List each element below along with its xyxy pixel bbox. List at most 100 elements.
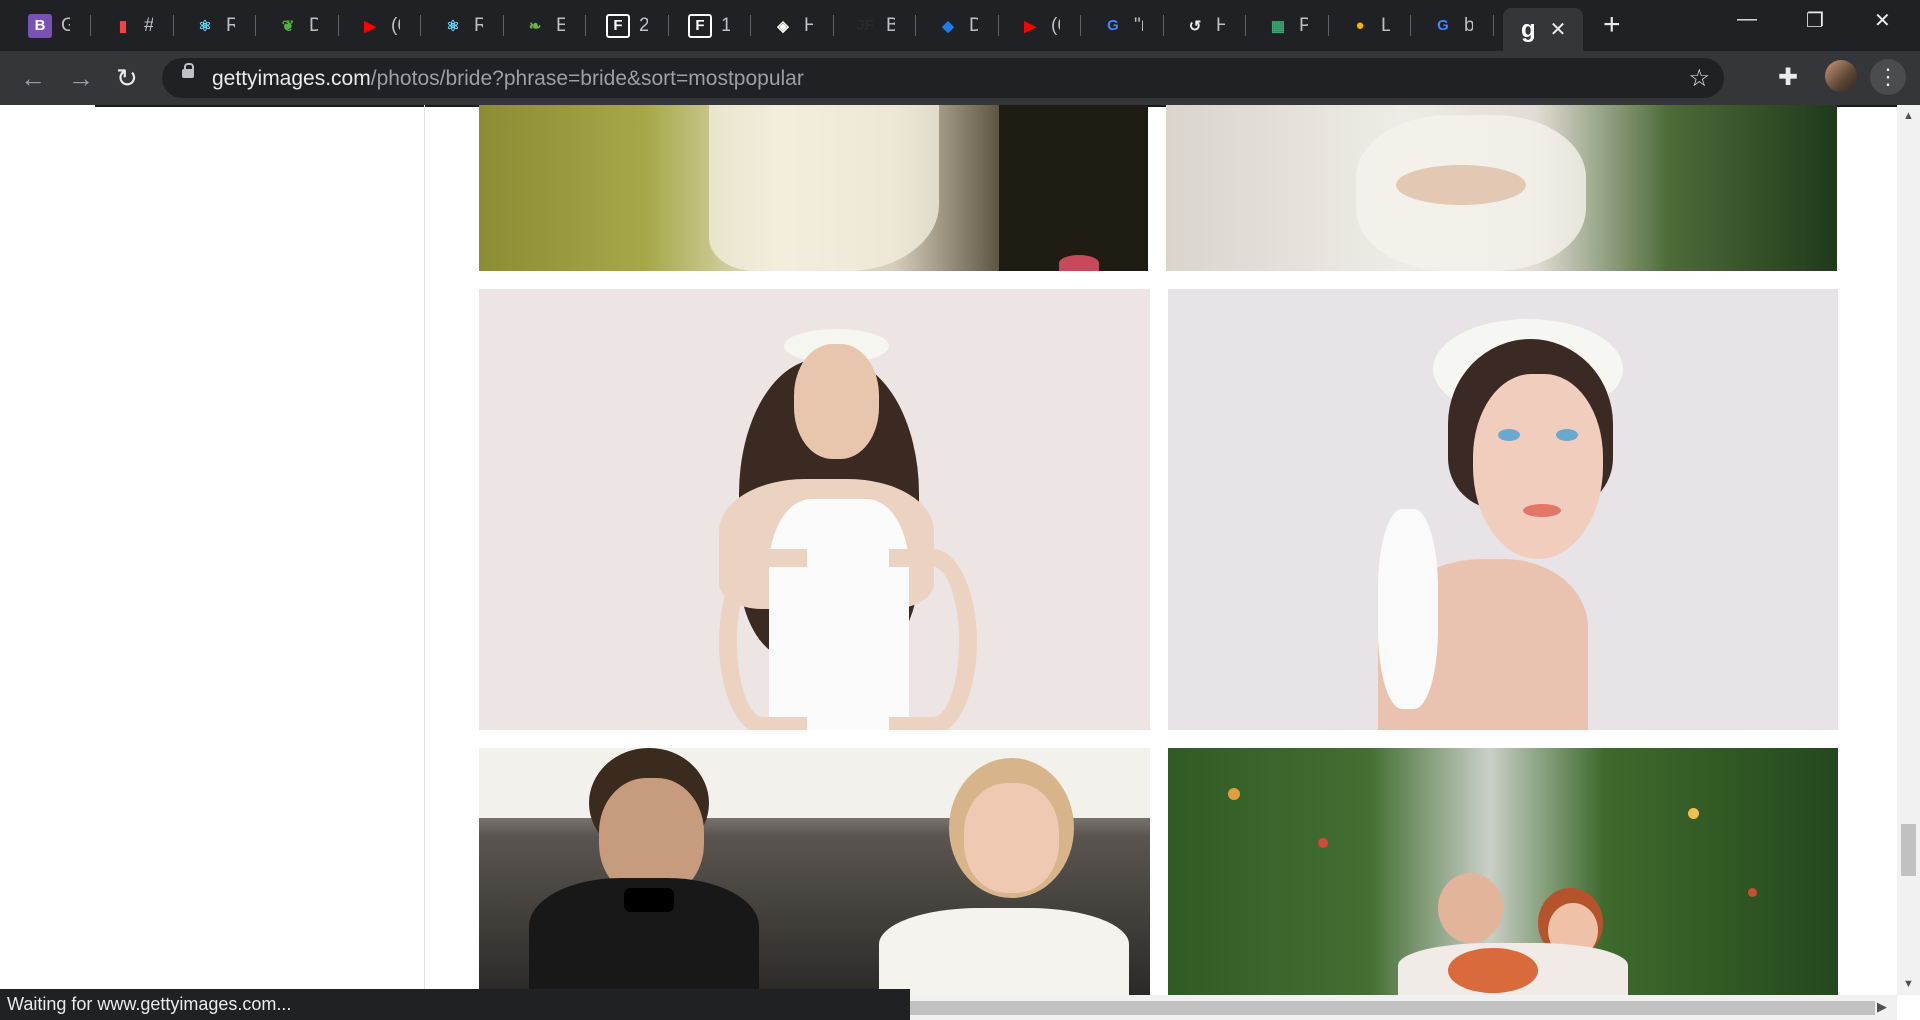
photo-couple-confetti[interactable]: [1168, 748, 1838, 999]
scroll-right-icon[interactable]: ▶: [1877, 999, 1887, 1015]
horizontal-scroll-thumb[interactable]: [910, 1001, 1875, 1015]
youtube-icon: ▶: [1024, 17, 1036, 35]
vertical-scrollbar[interactable]: ▲ ▼: [1897, 105, 1920, 995]
tab-separator: [750, 15, 751, 36]
logo-icon: ●: [1355, 17, 1365, 34]
tab-14[interactable]: ↺ His: [1165, 8, 1225, 43]
tab-separator: [1493, 15, 1494, 36]
back-button[interactable]: ←: [20, 63, 46, 93]
tab-separator: [420, 15, 421, 36]
tab-separator: [1328, 15, 1329, 36]
tab-title: 25: [639, 14, 648, 36]
tab-separator: [1163, 15, 1164, 36]
tab-title: Rea: [474, 14, 483, 36]
chrome-menu-button[interactable]: ⋮: [1870, 59, 1906, 95]
tab-strip: B Gri ▮ #e ⚛ Rea ❦ Da ▶ (66 ⚛ Rea ❧ Ext F 25 F 10 ◈ Ho JF Be ◆…: [0, 0, 1920, 51]
scroll-down-icon[interactable]: ▼: [1903, 978, 1914, 990]
minimize-button[interactable]: —: [1737, 8, 1757, 31]
extensions-icon[interactable]: ✚: [1778, 63, 1798, 92]
f-icon: F: [688, 13, 712, 38]
tab-separator: [255, 15, 256, 36]
history-icon: ↺: [1188, 17, 1202, 35]
page-content: [0, 105, 1897, 1020]
bootstrap-icon: B: [28, 13, 52, 38]
status-bar: Waiting for www.gettyimages.com...: [0, 989, 910, 1020]
url-path: /photos/bride?phrase=bride&sort=mostpopu…: [370, 67, 804, 90]
tab-title: Da: [309, 14, 318, 36]
react-icon: ⚛: [198, 17, 212, 35]
url-text[interactable]: gettyimages.com/photos/bride?phrase=brid…: [212, 67, 804, 91]
codepen-icon: ◈: [777, 17, 789, 35]
tab-separator: [503, 15, 504, 36]
tab-separator: [998, 15, 999, 36]
tab-16[interactable]: ● Loc: [1330, 8, 1390, 43]
reload-button[interactable]: ↻: [116, 63, 138, 93]
tab-title: Gri: [61, 14, 70, 36]
tab-0[interactable]: B Gri: [10, 8, 70, 43]
tab-separator: [173, 15, 174, 36]
tab-title: DR: [969, 14, 978, 36]
tab-separator: [338, 15, 339, 36]
tab-3[interactable]: ❦ Da: [258, 8, 318, 43]
photo-couple-car[interactable]: [479, 748, 1150, 999]
tab-8[interactable]: F 10: [670, 8, 730, 43]
tab-separator: [90, 15, 91, 36]
tab-separator: [1245, 15, 1246, 36]
tab-15[interactable]: ▦ PN: [1248, 8, 1308, 43]
tab-title: (66: [1051, 14, 1060, 36]
tab-4[interactable]: ▶ (66: [340, 8, 400, 43]
tab-separator: [915, 15, 916, 36]
forward-button[interactable]: →: [68, 63, 94, 93]
photo-bride-blue-eyes[interactable]: [1168, 289, 1838, 730]
google-icon: G: [1107, 17, 1119, 34]
mongodb-icon: ❦: [281, 17, 295, 35]
tab-title: 10: [721, 14, 730, 36]
tab-17[interactable]: Gbri: [1413, 8, 1473, 43]
tab-title: Ext: [556, 14, 565, 36]
lock-icon: [182, 63, 194, 78]
scroll-up-icon[interactable]: ▲: [1903, 110, 1914, 122]
new-tab-button[interactable]: +: [1603, 10, 1621, 40]
tab-12[interactable]: ▶ (66: [1000, 8, 1060, 43]
google-icon: G: [1437, 17, 1449, 34]
browser-toolbar: ← → ↻ gettyimages.com/photos/bride?phras…: [0, 51, 1920, 105]
youtube-icon: ▶: [364, 17, 376, 35]
tab-title: "na: [1134, 14, 1143, 36]
tab-2[interactable]: ⚛ Rea: [175, 8, 235, 43]
tab-separator: [585, 15, 586, 36]
tab-7[interactable]: F 25: [588, 8, 648, 43]
tab-13[interactable]: G "na: [1083, 8, 1143, 43]
photo-couple-veil[interactable]: [479, 105, 1148, 271]
tab-1[interactable]: ▮ #e: [93, 8, 153, 43]
tab-title: (66: [391, 14, 400, 36]
tab-separator: [1410, 15, 1411, 36]
f-icon: F: [606, 13, 630, 38]
close-window-button[interactable]: ✕: [1874, 8, 1891, 33]
sidebar-divider: [424, 105, 425, 1015]
tab-active-gettyimages[interactable]: g ✕: [1503, 8, 1583, 51]
rainbow-icon: ▮: [118, 17, 128, 35]
tab-11[interactable]: ◆ DR: [918, 8, 978, 43]
tab-5[interactable]: ⚛ Rea: [423, 8, 483, 43]
jf-icon: JF: [856, 17, 874, 34]
status-text: Waiting for www.gettyimages.com...: [7, 994, 292, 1014]
tab-9[interactable]: ◈ Ho: [753, 8, 813, 43]
close-tab-icon[interactable]: ✕: [1550, 17, 1567, 42]
react-icon: ⚛: [446, 17, 460, 35]
png-icon: ▦: [1270, 17, 1286, 35]
vertical-scroll-thumb[interactable]: [1901, 824, 1916, 876]
tab-6[interactable]: ❧ Ext: [505, 8, 565, 43]
tab-title: Ho: [804, 14, 813, 36]
photo-lace-hands[interactable]: [1166, 105, 1837, 271]
tab-title: Loc: [1381, 14, 1390, 36]
leaf-icon: ❧: [528, 17, 542, 35]
profile-avatar[interactable]: [1825, 60, 1857, 92]
tab-separator: [668, 15, 669, 36]
photo-bride-flower-crown[interactable]: [479, 289, 1150, 730]
address-bar[interactable]: gettyimages.com/photos/bride?phrase=brid…: [162, 58, 1724, 98]
tab-title: Be: [886, 14, 895, 36]
restore-button[interactable]: ❐: [1806, 8, 1824, 33]
tab-10[interactable]: JF Be: [835, 8, 895, 43]
tab-title: #e: [144, 15, 153, 37]
bookmark-star-icon[interactable]: ☆: [1688, 64, 1710, 93]
